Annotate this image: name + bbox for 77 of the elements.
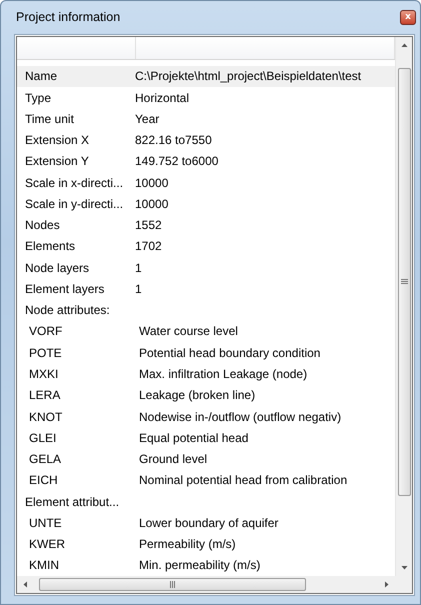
- attribute-description: Lower boundary of aquifer: [139, 516, 278, 530]
- property-name: Scale in x-directi...: [24, 176, 124, 190]
- attribute-code: KMIN: [28, 558, 60, 572]
- list-row[interactable]: Extension Y 149.752 to6000: [17, 150, 395, 172]
- list-row[interactable]: Type Horizontal: [17, 86, 395, 108]
- vertical-scrollbar[interactable]: [395, 36, 412, 576]
- property-value: C:\Projekte\html_project\Beispieldaten\test: [135, 69, 362, 84]
- attribute-description: Nodewise in-/outflow (outflow negativ): [139, 410, 342, 424]
- list-row[interactable]: VORF Water course level: [17, 320, 395, 342]
- attribute-description: Potential head boundary condition: [139, 346, 320, 360]
- grip-icon: [400, 278, 408, 286]
- property-name: Extension Y: [24, 154, 90, 168]
- attribute-code: VORF: [28, 324, 64, 338]
- list-row[interactable]: KMIN Min. permeability (m/s): [17, 554, 395, 576]
- scroll-thumb[interactable]: [398, 68, 410, 496]
- property-name: Node layers: [24, 260, 90, 275]
- property-name: Nodes: [24, 218, 61, 232]
- list-row[interactable]: Extension X 822.16 to7550: [17, 129, 395, 151]
- property-value: 1552: [135, 218, 162, 232]
- list-row[interactable]: UNTE Lower boundary of aquifer: [17, 512, 395, 534]
- property-value: 1: [135, 260, 142, 275]
- property-value: 10000: [135, 176, 168, 190]
- property-value: 1: [135, 282, 142, 296]
- list-row[interactable]: Scale in y-directi... 10000: [17, 193, 395, 214]
- property-name: Name: [24, 69, 58, 84]
- property-name: Scale in y-directi...: [24, 196, 124, 211]
- attribute-description: Permeability (m/s): [139, 537, 236, 552]
- attribute-code: KWER: [28, 537, 66, 552]
- list-row[interactable]: MXKI Max. infiltration Leakage (node): [17, 363, 395, 385]
- property-name: Time unit: [24, 112, 75, 126]
- property-name: Element layers: [24, 282, 106, 296]
- list-row[interactable]: Name C:\Projekte\html_project\Beispieldaten\test: [17, 66, 395, 87]
- list-row[interactable]: Time unit Year: [17, 108, 395, 130]
- attribute-description: Water course level: [139, 324, 238, 338]
- attribute-code: LERA: [28, 388, 62, 402]
- attribute-code: POTE: [28, 346, 63, 360]
- window-title: Project information: [15, 10, 120, 24]
- list-row[interactable]: Node layers 1: [17, 257, 395, 278]
- list-row[interactable]: Elements 1702: [17, 236, 395, 258]
- list-row[interactable]: GELA Ground level: [17, 448, 395, 470]
- list-row[interactable]: GLEI Equal potential head: [17, 427, 395, 448]
- property-name: Type: [24, 90, 52, 105]
- attribute-description: Leakage (broken line): [139, 388, 256, 402]
- list-row[interactable]: Scale in x-directi... 10000: [17, 172, 395, 194]
- section-heading: Element attribut...: [24, 494, 120, 509]
- attribute-description: Equal potential head: [139, 430, 248, 445]
- attribute-code: KNOT: [28, 410, 64, 424]
- list-row[interactable]: POTE Potential head boundary condition: [17, 342, 395, 364]
- list-row[interactable]: EICH Nominal potential head from calibration: [17, 470, 395, 491]
- list-row[interactable]: Node attributes:: [17, 300, 395, 321]
- attribute-code: GLEI: [28, 430, 58, 445]
- attribute-code: EICH: [28, 473, 59, 488]
- attribute-code: GELA: [28, 452, 62, 466]
- property-name: Extension X: [24, 133, 90, 148]
- attribute-description: Nominal potential head from calibration: [139, 473, 348, 488]
- section-heading: Node attributes:: [24, 303, 111, 318]
- list-row[interactable]: Nodes 1552: [17, 214, 395, 236]
- property-name: Elements: [24, 239, 76, 254]
- scroll-thumb[interactable]: [39, 578, 306, 591]
- grip-icon: [169, 581, 176, 588]
- list-row[interactable]: KWER Permeability (m/s): [17, 533, 395, 555]
- attribute-description: Max. infiltration Leakage (node): [139, 366, 308, 381]
- property-value: Horizontal: [135, 90, 190, 105]
- attribute-code: MXKI: [28, 366, 60, 381]
- list-row[interactable]: KNOT Nodewise in-/outflow (outflow negativ): [17, 406, 395, 428]
- attribute-description: Ground level: [139, 452, 208, 466]
- list-row[interactable]: Element layers 1: [17, 278, 395, 300]
- list-row[interactable]: LERA Leakage (broken line): [17, 384, 395, 406]
- property-value: 149.752 to6000: [135, 154, 218, 168]
- property-value: 822.16 to7550: [135, 133, 212, 148]
- attribute-code: UNTE: [28, 516, 63, 530]
- property-value: Year: [135, 112, 160, 126]
- list-row[interactable]: Element attribut...: [17, 490, 395, 512]
- attribute-description: Min. permeability (m/s): [139, 558, 260, 572]
- horizontal-scrollbar[interactable]: [17, 576, 395, 593]
- property-value: 10000: [135, 196, 168, 211]
- property-value: 1702: [135, 239, 162, 254]
